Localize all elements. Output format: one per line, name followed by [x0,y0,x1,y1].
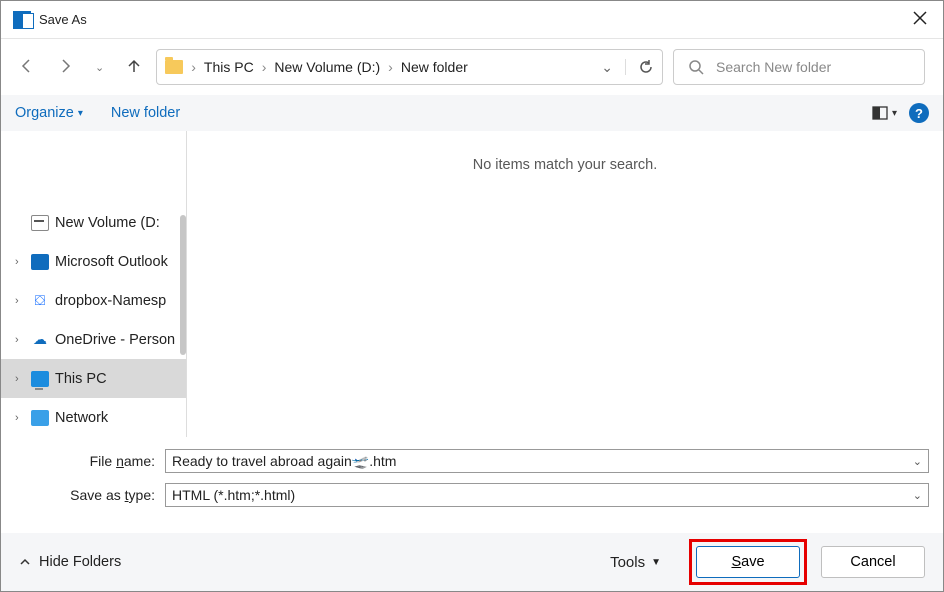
up-button[interactable] [126,58,142,77]
chevron-up-icon [19,556,31,568]
file-list-area[interactable]: No items match your search. [187,131,943,437]
organize-menu[interactable]: Organize ▾ [15,105,83,121]
cancel-button[interactable]: Cancel [821,546,925,578]
pc-icon [31,371,49,387]
tools-menu[interactable]: Tools ▼ [610,554,661,571]
new-folder-button[interactable]: New folder [111,105,180,121]
hide-folders-button[interactable]: Hide Folders [19,554,121,570]
drive-icon [31,215,49,231]
chevron-down-icon[interactable]: ⌄ [913,489,922,502]
folder-icon [165,60,183,74]
title-bar: Save As [1,1,943,39]
search-box[interactable] [673,49,925,85]
expand-icon[interactable]: › [15,334,25,346]
save-button[interactable]: Save [696,546,800,578]
save-highlight: Save [689,539,807,585]
onedrive-icon: ☁ [31,332,49,348]
tree-item-this-pc[interactable]: ›This PC [1,359,186,398]
expand-icon[interactable]: › [15,295,25,307]
folder-tree[interactable]: New Volume (D: ›Microsoft Outlook ›⛋drop… [1,131,187,437]
recent-dropdown[interactable]: ⌄ [95,61,104,74]
empty-message: No items match your search. [473,157,658,173]
address-dropdown[interactable]: ⌄ [597,55,617,80]
breadcrumb-volume[interactable]: New Volume (D:) [274,59,380,75]
chevron-down-icon[interactable]: ⌄ [913,455,922,468]
tree-item-network[interactable]: ›Network [1,398,186,437]
save-type-combo[interactable]: HTML (*.htm;*.html) ⌄ [165,483,929,507]
expand-icon[interactable]: › [15,412,25,424]
forward-button[interactable] [57,58,73,77]
expand-icon[interactable]: › [15,256,25,268]
outlook-app-icon [13,11,31,29]
close-button[interactable] [909,7,931,32]
tree-item-drive[interactable]: New Volume (D: [1,203,186,242]
refresh-button[interactable] [625,59,654,75]
tree-item-outlook[interactable]: ›Microsoft Outlook [1,242,186,281]
expand-icon[interactable]: › [15,373,25,385]
fields-area: File name: Ready to travel abroad again🛫… [1,437,943,523]
file-name-label: File name: [15,453,165,469]
search-input[interactable] [716,59,910,75]
file-name-value[interactable]: Ready to travel abroad again🛫.htm [172,453,396,470]
footer: Hide Folders Tools ▼ Save Cancel [1,533,943,591]
window-title: Save As [39,12,87,27]
outlook-icon [31,254,49,270]
chevron-right-icon: › [191,59,196,75]
chevron-right-icon: › [262,59,267,75]
tree-item-onedrive[interactable]: ›☁OneDrive - Person [1,320,186,359]
back-button[interactable] [19,58,35,77]
view-mode-button[interactable]: ▾ [872,106,897,120]
breadcrumb-folder[interactable]: New folder [401,59,468,75]
network-icon [31,410,49,426]
chevron-right-icon: › [388,59,393,75]
dropbox-icon: ⛋ [31,293,49,309]
toolbar: Organize ▾ New folder ▾ ? [1,95,943,131]
search-icon [688,59,704,75]
address-bar[interactable]: › This PC › New Volume (D:) › New folder… [156,49,663,85]
breadcrumb-this-pc[interactable]: This PC [204,59,254,75]
file-name-combo[interactable]: Ready to travel abroad again🛫.htm ⌄ [165,449,929,473]
save-type-label: Save as type: [15,487,165,503]
help-button[interactable]: ? [909,103,929,123]
tree-item-dropbox[interactable]: ›⛋dropbox-Namesp [1,281,186,320]
save-type-value[interactable]: HTML (*.htm;*.html) [172,487,295,503]
nav-row: ⌄ › This PC › New Volume (D:) › New fold… [1,39,943,95]
